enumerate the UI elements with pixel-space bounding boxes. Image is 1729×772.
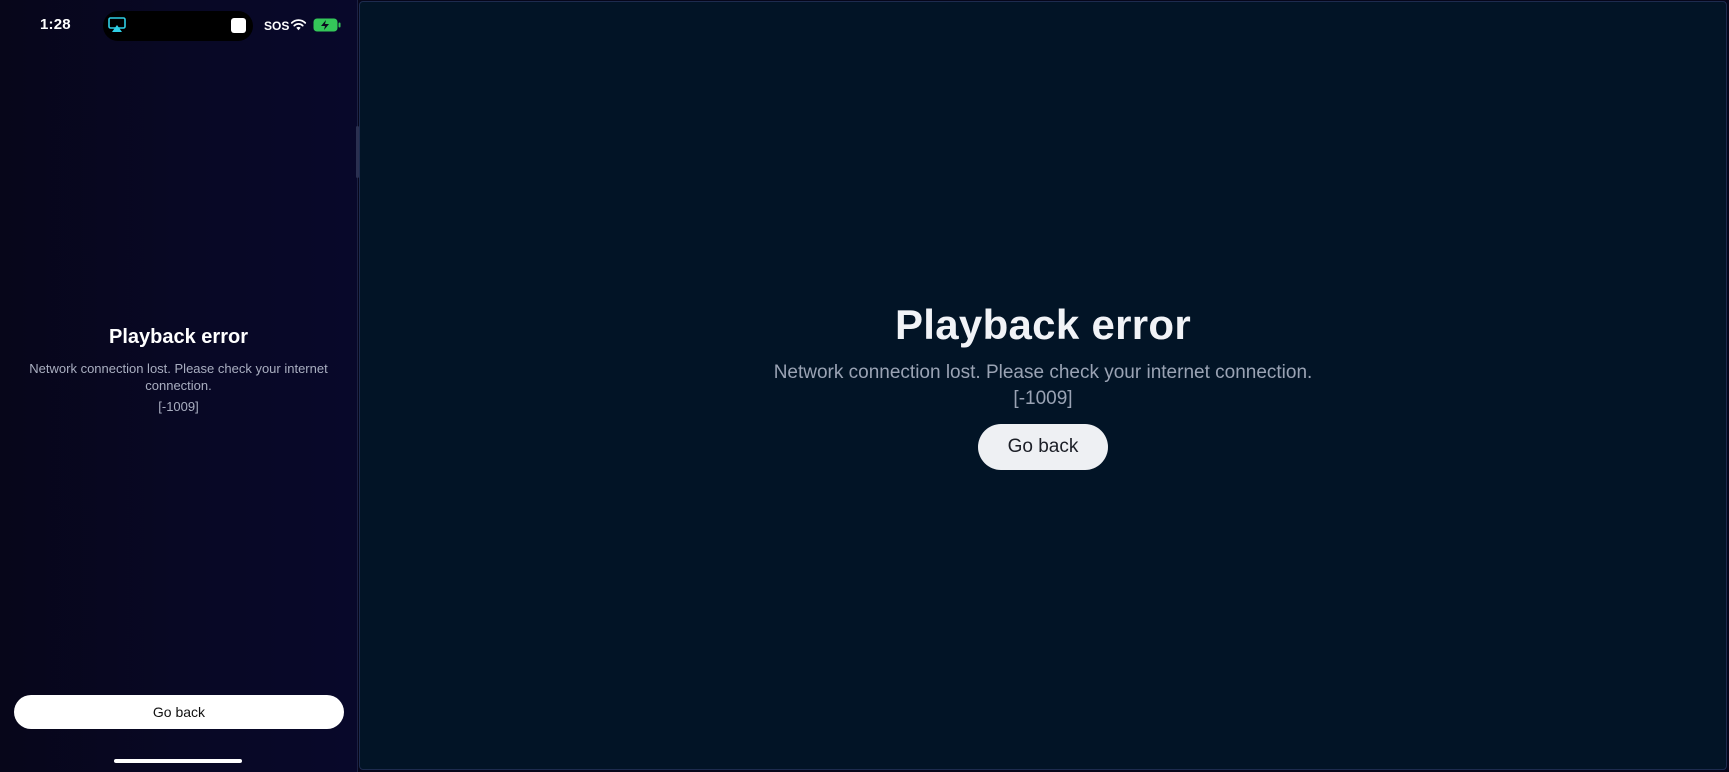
phone-error-code: [-1009] [158,399,199,414]
airplay-icon [108,17,126,32]
phone-panel: 1:28 SOS Playback error Network connecti… [0,0,357,772]
battery-charging-icon [313,18,341,32]
phone-error-content: Playback error Network connection lost. … [0,320,357,415]
status-sos: SOS [264,19,290,33]
wifi-icon [290,19,307,31]
main-error-code: [-1009] [1013,388,1073,409]
phone-go-back-button[interactable]: Go back [14,695,344,729]
main-error-message: Network connection lost. Please check yo… [773,362,1313,383]
external-display-panel: Playback error Network connection lost. … [359,1,1727,770]
main-error-title: Playback error [894,301,1192,348]
home-indicator[interactable] [114,759,242,763]
screen-root: 1:28 SOS Playback error Network connecti… [0,0,1729,772]
main-error-content: Playback error Network connection lost. … [360,296,1726,470]
phone-error-message: Network connection lost. Please check yo… [29,361,328,393]
tv-badge-icon [231,18,246,33]
main-go-back-button[interactable]: Go back [978,424,1108,470]
status-bar: 1:28 SOS [0,0,357,50]
status-time: 1:28 [40,16,71,33]
screen-divider [357,0,358,772]
phone-error-title: Playback error [109,326,248,348]
